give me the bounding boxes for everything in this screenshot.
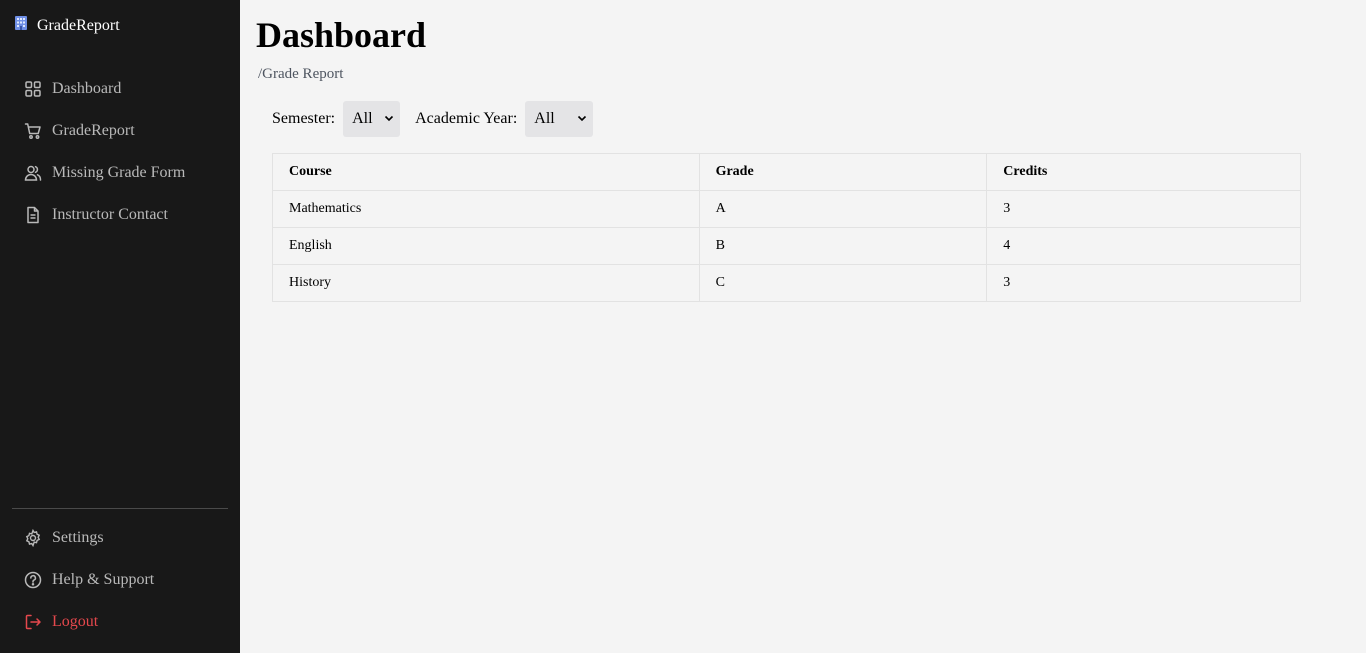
column-header-course: Course xyxy=(272,153,700,191)
semester-label: Semester: xyxy=(272,110,336,127)
table-row: English B 4 xyxy=(272,227,1301,265)
credits-cell: 3 xyxy=(986,264,1301,302)
chevron-down-icon xyxy=(384,110,394,128)
logout-button[interactable]: Logout xyxy=(24,611,98,633)
gear-icon xyxy=(24,529,42,547)
sidebar-item-label: Dashboard xyxy=(52,80,122,97)
breadcrumb[interactable]: /Grade Report xyxy=(258,66,343,83)
grades-table: Course Grade Credits Mathematics A 3 Eng… xyxy=(272,153,1301,302)
sidebar-item-missing-grade-form[interactable]: Missing Grade Form xyxy=(24,162,185,184)
course-cell: Mathematics xyxy=(272,190,700,228)
sidebar-item-label: Settings xyxy=(52,529,104,546)
sidebar-divider xyxy=(12,508,228,509)
grade-cell: B xyxy=(698,227,988,265)
sidebar-item-label: Missing Grade Form xyxy=(52,164,186,181)
column-header-credits: Credits xyxy=(986,153,1301,191)
sidebar-item-label: Instructor Contact xyxy=(52,206,168,223)
table-header-row: Course Grade Credits xyxy=(272,153,1301,191)
sidebar-item-dashboard[interactable]: Dashboard xyxy=(24,78,121,100)
semester-value: All xyxy=(352,110,373,127)
help-circle-icon xyxy=(24,571,42,589)
column-header-grade: Grade xyxy=(698,153,988,191)
brand[interactable]: GradeReport xyxy=(13,15,120,36)
table-row: History C 3 xyxy=(272,264,1301,302)
semester-select[interactable]: All xyxy=(343,101,401,137)
sidebar-item-label: GradeReport xyxy=(52,122,135,139)
credits-cell: 3 xyxy=(986,190,1301,228)
sidebar-item-settings[interactable]: Settings xyxy=(24,527,104,549)
sidebar: GradeReport Dashboard GradeReport Missin… xyxy=(0,0,240,653)
academic-year-value: All xyxy=(534,110,555,127)
sidebar-item-label: Logout xyxy=(52,613,99,630)
users-icon xyxy=(24,164,42,182)
document-icon xyxy=(24,206,42,224)
cart-icon xyxy=(24,122,42,140)
page-title: Dashboard xyxy=(256,15,427,55)
course-cell: English xyxy=(272,227,700,265)
brand-name: GradeReport xyxy=(37,16,120,34)
grade-cell: A xyxy=(698,190,988,228)
sidebar-item-instructor-contact[interactable]: Instructor Contact xyxy=(24,204,168,226)
logout-icon xyxy=(24,613,42,631)
filters: Semester: All Academic Year: All xyxy=(272,101,594,137)
table-row: Mathematics A 3 xyxy=(272,190,1301,228)
grade-cell: C xyxy=(698,264,988,302)
sidebar-item-label: Help & Support xyxy=(52,571,155,588)
sidebar-item-help-support[interactable]: Help & Support xyxy=(24,569,154,591)
sidebar-item-gradereport[interactable]: GradeReport xyxy=(24,120,135,142)
course-cell: History xyxy=(272,264,700,302)
chevron-down-icon xyxy=(577,110,587,128)
academic-year-select[interactable]: All xyxy=(525,101,594,137)
credits-cell: 4 xyxy=(986,227,1301,265)
grid-icon xyxy=(24,80,42,98)
building-icon xyxy=(13,15,29,36)
academic-year-label: Academic Year: xyxy=(415,110,518,127)
